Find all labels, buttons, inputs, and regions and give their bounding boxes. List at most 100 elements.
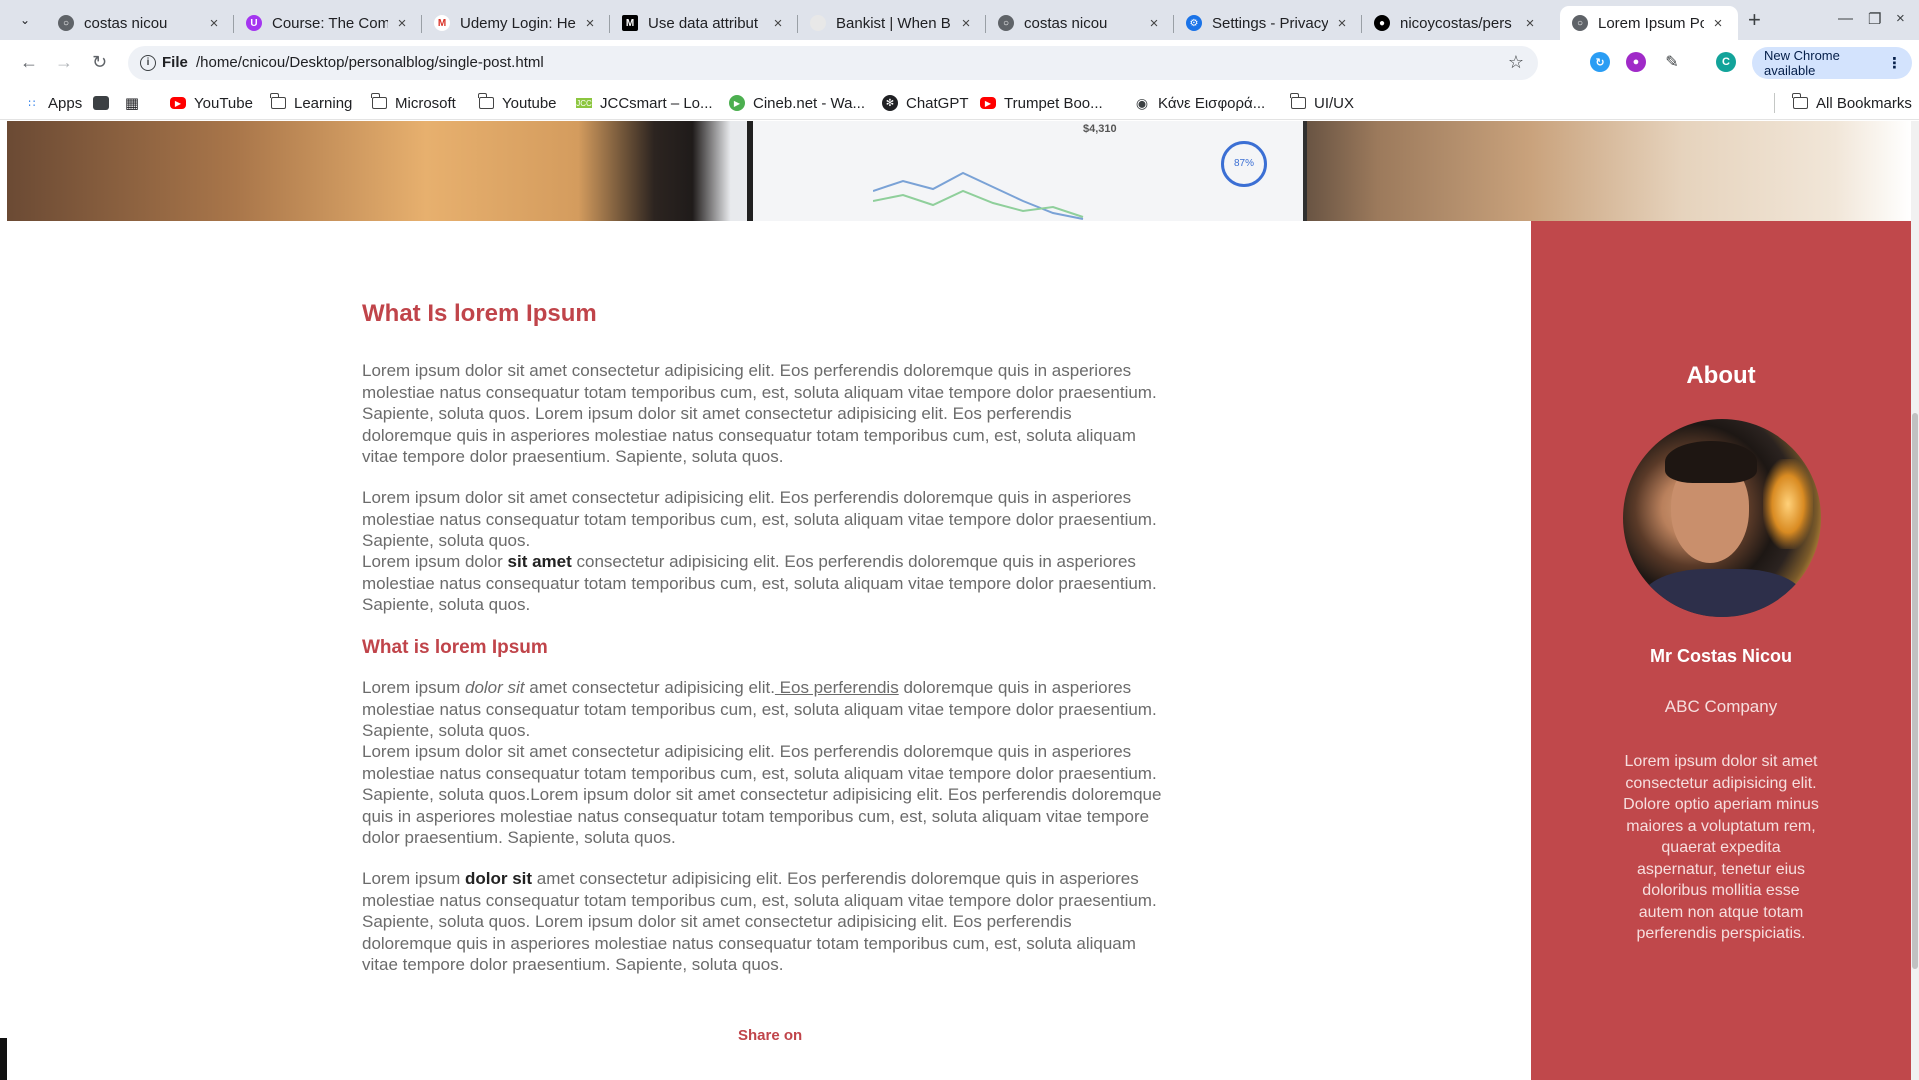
restore-icon[interactable]: ❐ — [1868, 10, 1881, 28]
back-arrow-icon[interactable]: ← — [20, 52, 38, 72]
tab-title: Use data attribut — [648, 14, 759, 32]
minimize-icon[interactable]: — — [1838, 10, 1853, 27]
tab-bankist[interactable]: Bankist | When B × — [798, 6, 986, 40]
hero-gauge: 87% — [1221, 141, 1267, 187]
folder-icon — [269, 93, 286, 111]
tab-close-icon[interactable]: × — [770, 15, 786, 32]
tab-close-icon[interactable]: × — [206, 15, 222, 32]
text-run: Lorem ipsum dolor — [362, 552, 508, 571]
close-window-icon[interactable]: × — [1896, 10, 1905, 27]
tab-close-icon[interactable]: × — [582, 15, 598, 32]
text-run: Lorem ipsum — [362, 678, 465, 697]
tab-course[interactable]: U Course: The Comp × — [234, 6, 422, 40]
tab-close-icon[interactable]: × — [1146, 15, 1162, 32]
folder-icon — [370, 93, 387, 111]
folder-icon — [1289, 93, 1306, 111]
hero-laptop-screen: $4,310 87% — [747, 121, 1307, 221]
author-name: Mr Costas Nicou — [1649, 646, 1793, 666]
extension-color-icon[interactable]: ● — [1626, 52, 1646, 72]
cineb-icon: ▶ — [729, 95, 745, 111]
underlined-text: Eos perferendis — [774, 678, 899, 697]
tab-data-attributes[interactable]: M Use data attribut × — [610, 6, 798, 40]
post-paragraph: Lorem ipsum dolor sit amet consectetur a… — [362, 488, 1157, 550]
bookmark-square[interactable] — [93, 93, 117, 113]
bold-text: dolor sit — [464, 869, 533, 888]
tab-title: Course: The Comp — [272, 14, 388, 32]
hero-stat-text: $4,310 — [1083, 123, 1117, 135]
author-bio: Lorem ipsum dolor sit amet consectetur a… — [1623, 753, 1819, 942]
new-chrome-label: New Chrome available — [1764, 48, 1840, 78]
bookmark-folder-uiux[interactable]: UI/UX — [1289, 93, 1355, 113]
globe-icon: ○ — [1572, 15, 1588, 31]
tab-title: nicoycostas/pers — [1400, 14, 1512, 32]
bookmark-grid[interactable]: ▦ — [124, 93, 148, 113]
avatar-hair — [1665, 441, 1757, 483]
bookmark-chatgpt[interactable]: ✻ ChatGPT — [882, 93, 969, 113]
address-bar[interactable]: i File /home/cnicou/Desktop/personalblog… — [128, 46, 1538, 80]
tab-close-icon[interactable]: × — [394, 15, 410, 32]
forward-arrow-icon[interactable]: → — [55, 52, 73, 72]
avatar-shirt — [1643, 569, 1803, 617]
tab-title: costas nicou — [84, 14, 168, 32]
tab-costas-nicou-1[interactable]: ○ costas nicou × — [46, 6, 234, 40]
globe-icon: ○ — [998, 15, 1014, 31]
bookmark-folder-learning[interactable]: Learning — [269, 93, 352, 113]
globe-icon: ○ — [58, 15, 74, 31]
tab-close-icon[interactable]: × — [958, 15, 974, 32]
grid-icon: ▦ — [124, 95, 140, 112]
bookmark-apps[interactable]: ∷ Apps — [24, 93, 83, 113]
bookmark-label: Apps — [48, 94, 83, 112]
bookmark-folder-microsoft[interactable]: Microsoft — [370, 93, 456, 113]
site-info-icon[interactable]: i — [140, 55, 156, 71]
new-chrome-available-button[interactable]: New Chrome available ⋮ — [1752, 47, 1912, 79]
extension-sync-icon[interactable]: ↻ — [1590, 52, 1610, 72]
avatar-background-light — [1763, 459, 1813, 549]
tab-costas-nicou-2[interactable]: ○ costas nicou × — [986, 6, 1174, 40]
tab-settings-privacy[interactable]: ⚙ Settings - Privacy × — [1174, 6, 1362, 40]
tab-title: costas nicou — [1024, 14, 1108, 32]
tab-close-icon[interactable]: × — [1522, 15, 1538, 32]
browser-toolbar: ← → ↻ i File /home/cnicou/Desktop/person… — [0, 40, 1919, 86]
folder-icon — [477, 93, 494, 111]
bookmark-cineb[interactable]: ▶ Cineb.net - Wa... — [729, 93, 865, 113]
bookmark-label: YouTube — [194, 94, 253, 112]
post-subheading: What is lorem Ipsum — [362, 637, 548, 658]
url-text[interactable]: /home/cnicou/Desktop/personalblog/single… — [196, 54, 544, 71]
settings-icon: ⚙ — [1186, 15, 1202, 31]
bookmark-jccsmart[interactable]: JCC JCCsmart – Lo... — [576, 93, 713, 113]
reload-icon[interactable]: ↻ — [92, 52, 107, 72]
mdn-icon: M — [622, 15, 638, 31]
tab-lorem-ipsum-active[interactable]: ○ Lorem Ipsum Pos × — [1560, 6, 1738, 40]
tab-title: Settings - Privacy — [1212, 14, 1328, 32]
bookmark-label: All Bookmarks — [1816, 94, 1912, 112]
extensions-puzzle-icon[interactable]: ✎ — [1662, 52, 1682, 72]
tab-github[interactable]: ● nicoycostas/pers × — [1362, 6, 1550, 40]
new-tab-button[interactable]: + — [1748, 9, 1761, 31]
chatgpt-icon: ✻ — [882, 95, 898, 111]
tab-close-icon[interactable]: × — [1334, 15, 1350, 32]
author-company: ABC Company — [1664, 697, 1778, 716]
tab-title: Lorem Ipsum Pos — [1598, 14, 1704, 32]
bookmark-trumpet[interactable]: ▶ Trumpet Boo... — [980, 93, 1103, 113]
bookmark-youtube[interactable]: ▶ YouTube — [170, 93, 253, 113]
post-paragraph: Lorem ipsum dolor sit amet consectetur a… — [362, 742, 1162, 847]
bold-text: sit amet — [507, 552, 572, 571]
globe-icon: ◉ — [1135, 94, 1149, 111]
bookmark-label: UI/UX — [1314, 94, 1355, 112]
bookmark-star-icon[interactable]: ☆ — [1508, 52, 1524, 73]
github-icon: ● — [1374, 15, 1390, 31]
scrollbar-thumb[interactable] — [1912, 413, 1918, 969]
all-bookmarks-button[interactable]: All Bookmarks — [1791, 93, 1912, 113]
bookmark-donation[interactable]: ◉ Κάνε Εισφορά... — [1134, 93, 1265, 113]
bookmark-folder-youtube[interactable]: Youtube — [477, 93, 557, 113]
profile-avatar[interactable]: C — [1716, 52, 1736, 72]
text-run: amet consectetur adipisicing elit. — [524, 678, 775, 697]
tab-udemy-login[interactable]: M Udemy Login: He × — [422, 6, 610, 40]
more-menu-icon[interactable]: ⋮ — [1887, 54, 1902, 72]
text-run: Lorem ipsum — [362, 869, 465, 888]
post-paragraph: Lorem ipsum dolor sit amet consectetur a… — [362, 361, 1157, 466]
folder-icon — [1791, 93, 1808, 111]
tab-close-icon[interactable]: × — [1710, 15, 1726, 32]
tab-title: Udemy Login: He — [460, 14, 576, 32]
tab-search-chevron-icon[interactable]: ⌄ — [12, 9, 38, 31]
